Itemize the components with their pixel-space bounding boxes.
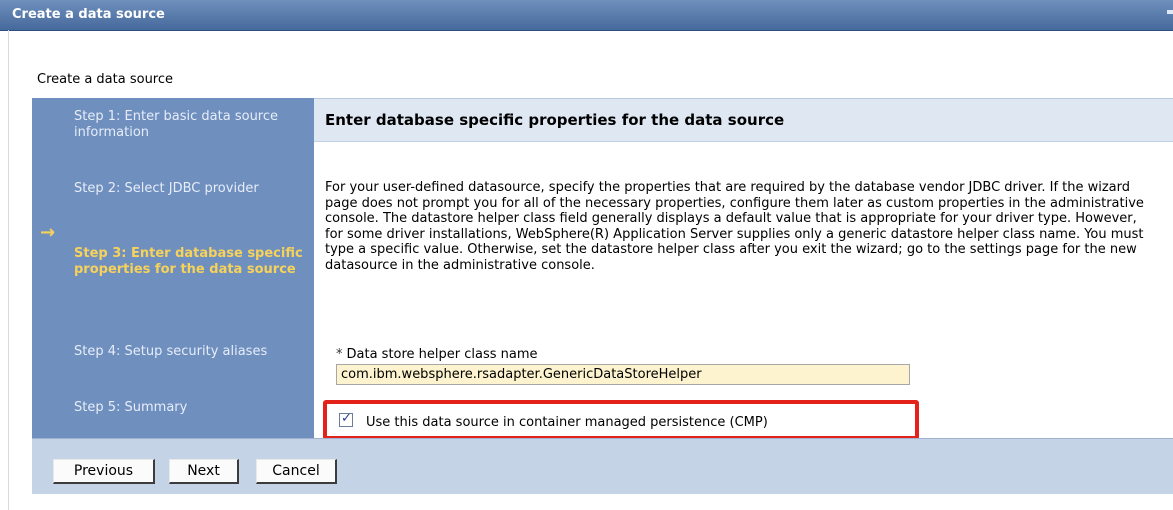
helper-class-label: * Data store helper class name [336, 347, 538, 362]
wizard-content-panel: Enter database specific properties for t… [314, 98, 1173, 440]
window-title-bar: Create a data source [0, 0, 1173, 31]
left-divider [8, 30, 9, 510]
content-header: Enter database specific properties for t… [314, 99, 1173, 142]
wizard-step-5[interactable]: Step 5: Summary [74, 400, 309, 416]
button-bar: Previous Next Cancel [32, 438, 1173, 494]
wizard-step-3: Step 3: Enter database specific properti… [74, 246, 303, 277]
next-button[interactable]: Next [169, 459, 239, 484]
cmp-highlight-box: ✓ Use this data source in container mana… [323, 400, 919, 440]
wizard: → Step 1: Enter basic data source inform… [32, 98, 1173, 494]
wizard-steps-panel: → Step 1: Enter basic data source inform… [32, 98, 314, 438]
cmp-checkbox-label[interactable]: Use this data source in container manage… [366, 415, 768, 430]
description-text: For your user-defined datasource, specif… [325, 180, 1144, 273]
current-step-arrow-icon: → [40, 222, 56, 243]
wizard-step-2[interactable]: Step 2: Select JDBC provider [74, 181, 309, 197]
page-heading: Create a data source [37, 72, 174, 87]
check-mark-icon: ✓ [341, 411, 352, 426]
previous-button[interactable]: Previous [53, 459, 155, 484]
helper-class-label-text: Data store helper class name [346, 347, 538, 362]
content-title: Enter database specific properties for t… [325, 111, 785, 129]
helper-class-input[interactable] [336, 364, 910, 385]
wizard-step-4[interactable]: Step 4: Setup security aliases [74, 344, 309, 360]
cancel-button[interactable]: Cancel [256, 459, 337, 484]
wizard-step-1[interactable]: Step 1: Enter basic data source informat… [74, 109, 309, 141]
window-title: Create a data source [12, 7, 165, 22]
cmp-checkbox[interactable]: ✓ [339, 411, 353, 427]
minimize-icon[interactable] [1167, 10, 1173, 14]
required-marker-icon: * [336, 347, 343, 362]
